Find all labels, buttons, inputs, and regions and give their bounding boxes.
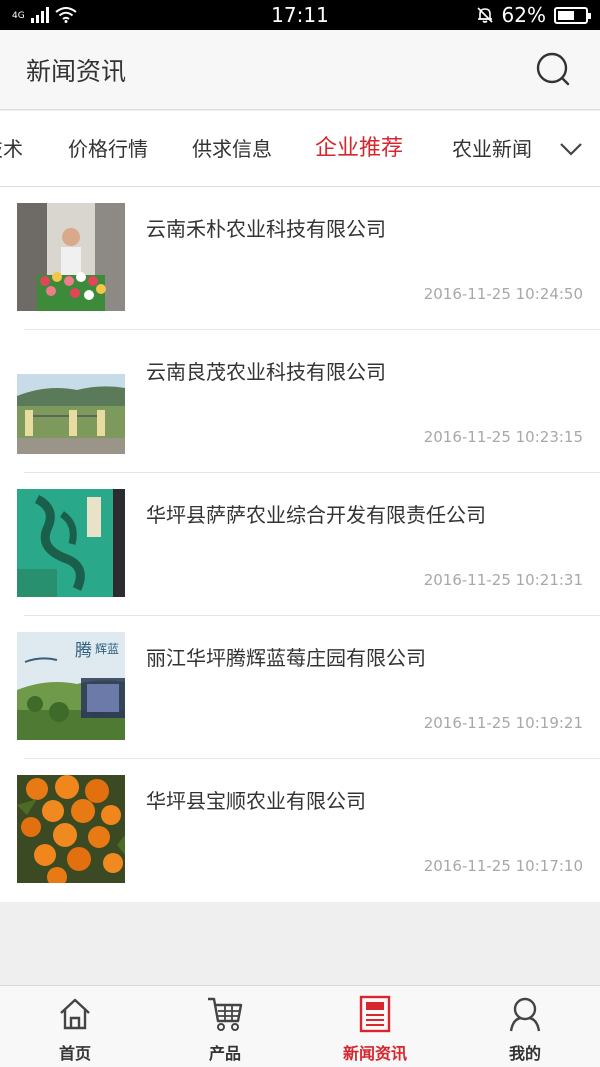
- nav-mine[interactable]: 我的: [450, 986, 600, 1067]
- thumb-brand-text-2: 辉蓝: [95, 642, 120, 656]
- network-label: 4G: [12, 11, 25, 21]
- nav-products-label: 产品: [208, 1044, 241, 1063]
- nav-news-label: 新闻资讯: [342, 1044, 407, 1063]
- news-title: 丽江华坪腾辉蓝莓庄园有限公司: [146, 646, 426, 670]
- user-icon: [505, 994, 545, 1034]
- page-title: 新闻资讯: [26, 56, 127, 86]
- list-item[interactable]: 云南良茂农业科技有限公司 2016-11-25 10:23:15: [0, 330, 600, 473]
- battery-fill: [558, 10, 575, 20]
- battery-percent: 62%: [501, 3, 546, 27]
- bottom-nav: 首页 产品 新闻资讯 我的: [0, 985, 600, 1067]
- list-item[interactable]: 云南禾朴农业科技有限公司 2016-11-25 10:24:50: [0, 187, 600, 330]
- news-thumbnail: [17, 346, 125, 454]
- status-left: 4G: [12, 7, 77, 23]
- search-icon: [536, 52, 570, 85]
- news-title: 华坪县萨萨农业综合开发有限责任公司: [146, 503, 486, 527]
- news-time: 2016-11-25 10:24:50: [423, 285, 583, 303]
- news-thumbnail: [17, 489, 125, 597]
- news-time: 2016-11-25 10:21:31: [423, 571, 583, 589]
- app-header: 新闻资讯: [0, 30, 600, 110]
- search-button[interactable]: [534, 50, 574, 90]
- thumb-brand-text: 腾: [75, 641, 92, 661]
- list-item[interactable]: 华坪县宝顺农业有限公司 2016-11-25 10:17:10: [0, 759, 600, 902]
- nav-news[interactable]: 新闻资讯: [300, 986, 450, 1067]
- home-icon: [55, 994, 95, 1034]
- tab-agriculture-news[interactable]: 农业新闻: [452, 111, 532, 186]
- battery-icon: [554, 6, 591, 24]
- tab-technology[interactable]: 技术: [0, 111, 23, 186]
- status-bar: 4G 17:11 62%: [0, 0, 600, 30]
- tabs-expand-button[interactable]: [542, 111, 600, 186]
- chevron-down-icon: [560, 143, 582, 156]
- nav-home[interactable]: 首页: [0, 986, 150, 1067]
- tab-price-market[interactable]: 价格行情: [68, 111, 148, 186]
- news-list: 云南禾朴农业科技有限公司 2016-11-25 10:24:50 云南良茂农业科…: [0, 187, 600, 902]
- tab-supply-demand[interactable]: 供求信息: [192, 111, 272, 186]
- list-item[interactable]: 腾 辉蓝 丽江华坪腾辉蓝莓庄园有限公司 2016-11-25 10:19:21: [0, 616, 600, 759]
- nav-home-label: 首页: [58, 1044, 91, 1063]
- wifi-icon: [55, 7, 77, 23]
- news-time: 2016-11-25 10:23:15: [423, 428, 583, 446]
- tab-company-recommend[interactable]: 企业推荐: [315, 111, 403, 186]
- status-right: 62%: [476, 3, 591, 27]
- signal-icon: [30, 7, 49, 23]
- news-thumbnail: [17, 203, 125, 311]
- news-title: 云南禾朴农业科技有限公司: [146, 217, 386, 241]
- news-title: 云南良茂农业科技有限公司: [146, 360, 386, 384]
- news-time: 2016-11-25 10:17:10: [423, 857, 583, 875]
- silent-bell-icon: [476, 7, 493, 23]
- category-tabs: 技术 价格行情 供求信息 企业推荐 农业新闻: [0, 111, 600, 187]
- cart-icon: [205, 994, 245, 1034]
- news-title: 华坪县宝顺农业有限公司: [146, 789, 366, 813]
- nav-products[interactable]: 产品: [150, 986, 300, 1067]
- news-thumbnail: 腾 辉蓝: [17, 632, 125, 740]
- news-icon: [355, 994, 395, 1034]
- news-thumbnail: [17, 775, 125, 883]
- list-item[interactable]: 华坪县萨萨农业综合开发有限责任公司 2016-11-25 10:21:31: [0, 473, 600, 616]
- news-time: 2016-11-25 10:19:21: [423, 714, 583, 732]
- nav-mine-label: 我的: [508, 1044, 541, 1063]
